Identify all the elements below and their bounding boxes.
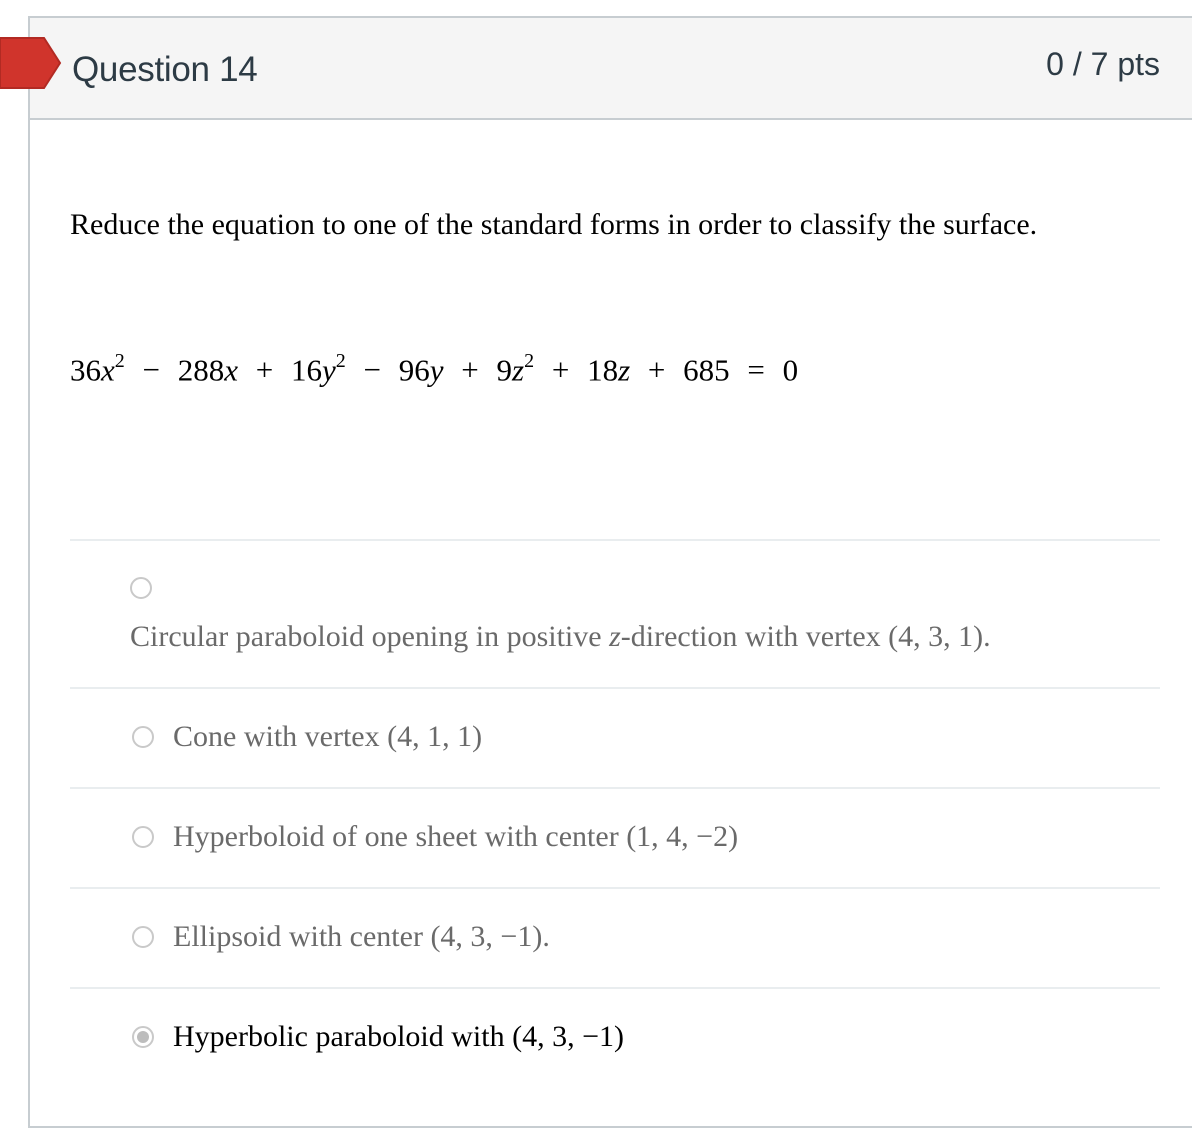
eq-coef: 288 <box>177 352 225 388</box>
question-points: 0 / 7 pts <box>1046 46 1160 82</box>
eq-exp: 2 <box>114 350 125 372</box>
eq-var: z <box>512 352 525 388</box>
eq-coef: 96 <box>398 352 430 388</box>
eq-coef: 685 <box>683 352 730 388</box>
answer-divider <box>70 687 1160 689</box>
answer-radio-2[interactable] <box>132 726 154 748</box>
eq-op: + <box>647 352 666 388</box>
eq-coef: 9 <box>496 352 513 388</box>
eq-var: z <box>618 352 631 388</box>
eq-var: y <box>429 352 444 388</box>
answer-label-3[interactable]: Hyperboloid of one sheet with center (1,… <box>173 820 738 854</box>
eq-op: − <box>363 352 381 388</box>
question-card: Question 14 0 / 7 pts <box>28 16 1192 1128</box>
answer-label-2[interactable]: Cone with vertex (4, 1, 1) <box>173 720 482 754</box>
answer-radio-5-selected[interactable] <box>132 1026 154 1048</box>
answer-divider <box>70 787 1160 789</box>
answer-label-5[interactable]: Hyperbolic paraboloid with (4, 3, −1) <box>173 1020 624 1054</box>
eq-op: + <box>461 352 479 388</box>
question-header: Question 14 0 / 7 pts <box>30 18 1192 120</box>
eq-var: y <box>322 352 336 388</box>
answer-text-part: Circular paraboloid opening in positive <box>130 620 610 653</box>
eq-coef: 16 <box>291 352 322 388</box>
eq-coef: 36 <box>70 352 101 388</box>
answer-divider <box>70 987 1160 989</box>
question-equation: 36x2 − 288x + 16y2 − 96y + 9z2 + 18z + 6… <box>70 350 799 388</box>
answer-label-1[interactable]: Circular paraboloid opening in positive … <box>130 620 991 654</box>
eq-exp: 2 <box>524 350 535 372</box>
answer-divider <box>70 887 1160 889</box>
bookmark-flag-icon[interactable] <box>0 36 62 90</box>
eq-op: + <box>551 352 570 388</box>
eq-op: + <box>255 352 274 388</box>
answer-var: z <box>609 620 621 653</box>
eq-var: x <box>224 352 239 388</box>
question-prompt: Reduce the equation to one of the standa… <box>70 208 1038 241</box>
answer-radio-1[interactable] <box>130 577 152 599</box>
question-title: Question 14 <box>72 50 258 89</box>
eq-coef: 18 <box>587 352 619 388</box>
eq-op: − <box>142 352 160 388</box>
answer-radio-3[interactable] <box>132 826 154 848</box>
answer-text-part: -direction with vertex (4, 3, 1). <box>620 620 991 653</box>
eq-coef: 0 <box>782 352 799 388</box>
eq-exp: 2 <box>335 350 346 372</box>
eq-op: = <box>747 352 765 388</box>
eq-var: x <box>101 352 115 388</box>
answer-radio-4[interactable] <box>132 926 154 948</box>
answer-label-4[interactable]: Ellipsoid with center (4, 3, −1). <box>173 920 550 954</box>
answer-divider <box>70 539 1160 541</box>
